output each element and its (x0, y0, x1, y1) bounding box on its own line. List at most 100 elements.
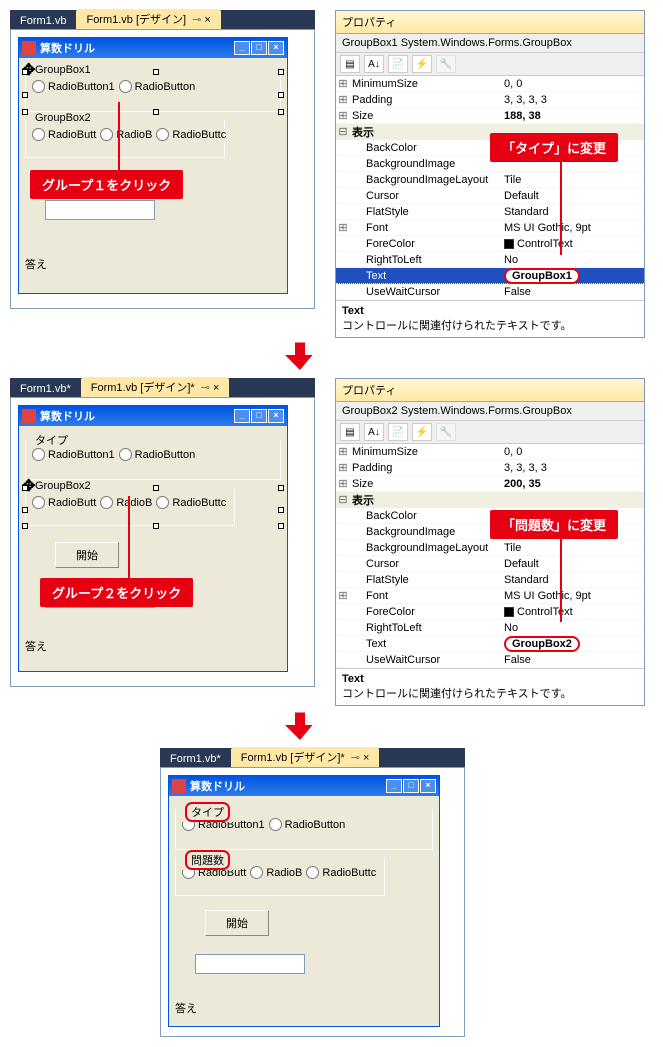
prop-row-usewaitcursor[interactable]: UseWaitCursorFalse (336, 652, 644, 668)
tab-design[interactable]: Form1.vb [デザイン]⊸ × (76, 9, 220, 29)
callout-click-group2: グループ２をクリック (40, 578, 193, 607)
close-window-icon[interactable]: × (268, 409, 284, 423)
prop-row-padding[interactable]: ⊞Padding3, 3, 3, 3 (336, 460, 644, 476)
callout-click-group1: グループ１をクリック (30, 170, 183, 199)
prop-row-text[interactable]: TextGroupBox1 (336, 268, 644, 284)
start-button[interactable]: 開始 (205, 910, 269, 936)
radio5[interactable]: RadioButtc (156, 128, 226, 141)
page-icon[interactable]: 📄 (388, 55, 408, 73)
close-icon[interactable]: × (204, 14, 210, 26)
answer-label: 答え (25, 638, 281, 654)
prop-row-righttoleft[interactable]: RightToLeftNo (336, 252, 644, 268)
answer-label: 答え (25, 256, 281, 272)
start-button[interactable]: 開始 (55, 542, 119, 568)
page-icon[interactable]: 📄 (388, 423, 408, 441)
radio3[interactable]: RadioButt (32, 128, 96, 141)
radio1[interactable]: RadioButton1 (32, 80, 115, 93)
prop-row-size[interactable]: ⊞Size188, 38 (336, 108, 644, 124)
radio1[interactable]: RadioButton1 (32, 448, 115, 461)
close-window-icon[interactable]: × (420, 779, 436, 793)
prop-row-size[interactable]: ⊞Size200, 35 (336, 476, 644, 492)
maximize-icon[interactable]: □ (251, 41, 267, 55)
property-description: Textコントロールに関連付けられたテキストです。 (336, 300, 644, 337)
groupbox1-selected[interactable]: GroupBox1 ✥ RadioButton1 RadioButton (25, 72, 281, 112)
radio3[interactable]: RadioButt (32, 496, 96, 509)
events-icon[interactable]: ⚡ (412, 55, 432, 73)
tab-bar: Form1.vb Form1.vb [デザイン]⊸ × (10, 10, 315, 29)
designer-surface-3[interactable]: 算数ドリル _□× タイプ RadioButton1 RadioButton 問… (160, 767, 465, 1037)
categorized-icon[interactable]: ▤ (340, 55, 360, 73)
prop-row-font[interactable]: ⊞FontMS UI Gothic, 9pt (336, 588, 644, 604)
radio2[interactable]: RadioButton (119, 80, 196, 93)
prop-row-usewaitcursor[interactable]: UseWaitCursorFalse (336, 284, 644, 300)
radio4[interactable]: RadioB (100, 128, 152, 141)
groupbox2-selected[interactable]: GroupBox2 ✥ RadioButt RadioB RadioButtc (25, 488, 281, 526)
prop-row-backgroundimagelayout[interactable]: BackgroundImageLayoutTile (336, 540, 644, 556)
tab-code-2[interactable]: Form1.vb* (10, 381, 81, 397)
prop-row-cursor[interactable]: CursorDefault (336, 556, 644, 572)
groupbox2-label: GroupBox2 (32, 112, 94, 124)
object-selector[interactable]: GroupBox1 System.Windows.Forms.GroupBox (336, 34, 644, 53)
properties-title: プロパティ (336, 11, 644, 34)
prop-row-font[interactable]: ⊞FontMS UI Gothic, 9pt (336, 220, 644, 236)
designer-surface[interactable]: 算数ドリル _ □ × GroupBox1 ✥ RadioButton1 Rad… (10, 29, 315, 309)
prop-row-text[interactable]: TextGroupBox2 (336, 636, 644, 652)
object-selector-2[interactable]: GroupBox2 System.Windows.Forms.GroupBox (336, 402, 644, 421)
textbox[interactable] (45, 200, 155, 220)
tab-bar-2: Form1.vb* Form1.vb [デザイン]*⊸ × (10, 378, 315, 397)
designer-surface-2[interactable]: 算数ドリル _□× タイプ RadioButton1 RadioButton G… (10, 397, 315, 687)
textbox[interactable] (195, 954, 305, 974)
tab-code[interactable]: Form1.vb (10, 13, 76, 29)
prop-row-backgroundimagelayout[interactable]: BackgroundImageLayoutTile (336, 172, 644, 188)
radio2[interactable]: RadioButton (269, 818, 346, 831)
prop-row-flatstyle[interactable]: FlatStyleStandard (336, 572, 644, 588)
tab-design-2[interactable]: Form1.vb [デザイン]*⊸ × (81, 377, 230, 397)
close-icon[interactable]: × (213, 382, 219, 394)
groupbox1-after[interactable]: タイプ RadioButton1 RadioButton (25, 440, 281, 480)
events-icon[interactable]: ⚡ (412, 423, 432, 441)
form-icon (22, 41, 36, 55)
prop-row-minimumsize[interactable]: ⊞MinimumSize0, 0 (336, 444, 644, 460)
tab-code-3[interactable]: Form1.vb* (160, 751, 231, 767)
properties-panel-2: プロパティ GroupBox2 System.Windows.Forms.Gro… (335, 378, 645, 706)
pin-icon[interactable]: ⊸ (201, 382, 210, 394)
groupbox2[interactable]: GroupBox2 RadioButt RadioB RadioButtc (25, 120, 225, 158)
pin-icon[interactable]: ⊸ (192, 14, 201, 26)
close-window-icon[interactable]: × (268, 41, 284, 55)
radio4[interactable]: RadioB (100, 496, 152, 509)
prop-row-cursor[interactable]: CursorDefault (336, 188, 644, 204)
prop-row-表示[interactable]: ⊟表示 (336, 492, 644, 508)
tab-bar-3: Form1.vb* Form1.vb [デザイン]*⊸ × (160, 748, 465, 767)
prop-row-forecolor[interactable]: ForeColorControlText (336, 236, 644, 252)
maximize-icon[interactable]: □ (403, 779, 419, 793)
form-titlebar: 算数ドリル _□× (19, 406, 287, 426)
form-icon (22, 409, 36, 423)
close-icon[interactable]: × (363, 752, 369, 764)
arrow-down-icon (285, 710, 315, 743)
groupbox1-final-label: タイプ (182, 802, 233, 822)
minimize-icon[interactable]: _ (386, 779, 402, 793)
prop-row-righttoleft[interactable]: RightToLeftNo (336, 620, 644, 636)
minimize-icon[interactable]: _ (234, 409, 250, 423)
radio5[interactable]: RadioButtc (156, 496, 226, 509)
prop-row-minimumsize[interactable]: ⊞MinimumSize0, 0 (336, 76, 644, 92)
form-icon (172, 779, 186, 793)
form-title: 算数ドリル (40, 408, 95, 424)
minimize-icon[interactable]: _ (234, 41, 250, 55)
form-title: 算数ドリル (40, 40, 95, 56)
az-icon[interactable]: A↓ (364, 55, 384, 73)
properties-panel-1: プロパティ GroupBox1 System.Windows.Forms.Gro… (335, 10, 645, 338)
radio4[interactable]: RadioB (250, 866, 302, 879)
categorized-icon[interactable]: ▤ (340, 423, 360, 441)
callout-change-count: 「問題数」に変更 (490, 510, 618, 539)
wrench-icon: 🔧 (436, 423, 456, 441)
groupbox2-final-label: 問題数 (182, 850, 233, 870)
prop-row-padding[interactable]: ⊞Padding3, 3, 3, 3 (336, 92, 644, 108)
maximize-icon[interactable]: □ (251, 409, 267, 423)
radio5[interactable]: RadioButtc (306, 866, 376, 879)
radio2[interactable]: RadioButton (119, 448, 196, 461)
az-icon[interactable]: A↓ (364, 423, 384, 441)
prop-row-forecolor[interactable]: ForeColorControlText (336, 604, 644, 620)
tab-design-3[interactable]: Form1.vb [デザイン]*⊸ × (231, 747, 380, 767)
prop-row-flatstyle[interactable]: FlatStyleStandard (336, 204, 644, 220)
